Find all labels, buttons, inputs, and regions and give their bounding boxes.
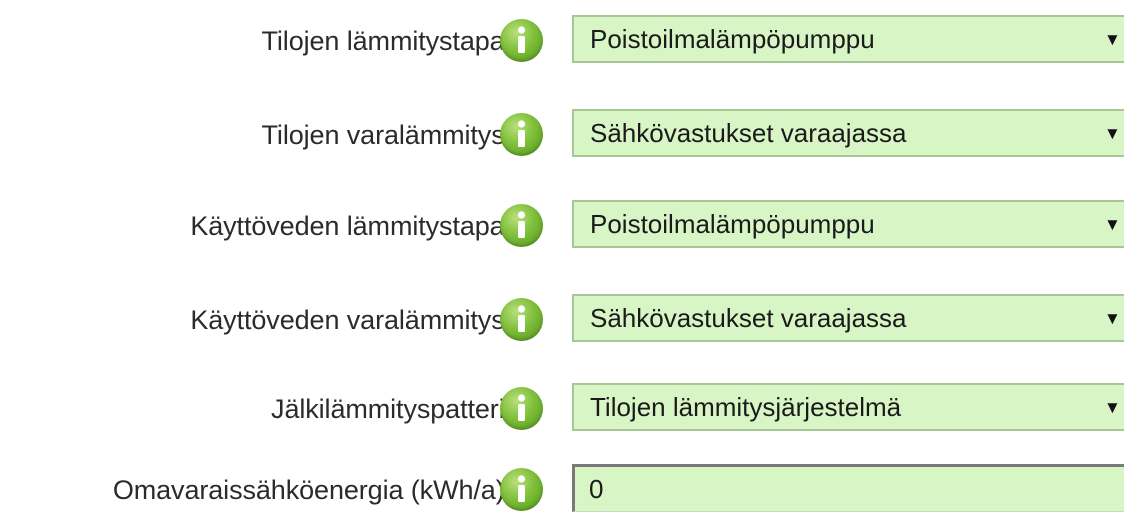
field-label: Omavaraissähköenergia (kWh/a): xyxy=(112,475,512,505)
selected-value: Sähkövastukset varaajassa xyxy=(590,118,907,148)
field-label: Käyttöveden varalämmitys: xyxy=(190,305,512,335)
form-row-kayttoveden-varalammitys: Käyttöveden varalämmitys: Sähkövastukset… xyxy=(0,290,1124,350)
form-row-kayttoveden-lammitystapa: Käyttöveden lämmitystapa: Poistoilmalämp… xyxy=(0,196,1124,256)
selected-value: Poistoilmalämpöpumppu xyxy=(590,209,875,239)
chevron-down-icon: ▼ xyxy=(1104,398,1121,417)
field-label: Tilojen varalämmitys: xyxy=(261,120,513,150)
chevron-down-icon: ▼ xyxy=(1104,124,1121,143)
form-row-jalkilammityspatteri: Jälkilämmityspatteri: Tilojen lämmitysjä… xyxy=(0,379,1124,439)
info-icon[interactable] xyxy=(500,387,543,430)
info-icon[interactable] xyxy=(500,468,543,511)
info-icon[interactable] xyxy=(500,298,543,341)
info-icon[interactable] xyxy=(500,19,543,62)
info-icon[interactable] xyxy=(500,204,543,247)
heating-method-select[interactable]: Poistoilmalämpöpumppu ▼ xyxy=(572,15,1124,63)
self-sufficient-energy-input[interactable] xyxy=(572,464,1124,512)
selected-value: Poistoilmalämpöpumppu xyxy=(590,24,875,54)
reheating-coil-select[interactable]: Tilojen lämmitysjärjestelmä ▼ xyxy=(572,383,1124,431)
chevron-down-icon: ▼ xyxy=(1104,215,1121,234)
selected-value: Sähkövastukset varaajassa xyxy=(590,303,907,333)
chevron-down-icon: ▼ xyxy=(1104,309,1121,328)
chevron-down-icon: ▼ xyxy=(1104,30,1121,49)
form-row-omavaraissahkoenergia: Omavaraissähköenergia (kWh/a): xyxy=(0,460,1124,520)
selected-value: Tilojen lämmitysjärjestelmä xyxy=(590,392,902,422)
water-backup-heating-select[interactable]: Sähkövastukset varaajassa ▼ xyxy=(572,294,1124,342)
field-label: Tilojen lämmitystapa: xyxy=(261,26,513,56)
form-row-tilojen-lammitystapa: Tilojen lämmitystapa: Poistoilmalämpöpum… xyxy=(0,11,1124,71)
info-icon[interactable] xyxy=(500,113,543,156)
field-label: Käyttöveden lämmitystapa: xyxy=(190,211,512,241)
field-label: Jälkilämmityspatteri: xyxy=(271,394,512,424)
water-heating-method-select[interactable]: Poistoilmalämpöpumppu ▼ xyxy=(572,200,1124,248)
backup-heating-select[interactable]: Sähkövastukset varaajassa ▼ xyxy=(572,109,1124,157)
form-row-tilojen-varalammitys: Tilojen varalämmitys: Sähkövastukset var… xyxy=(0,105,1124,165)
